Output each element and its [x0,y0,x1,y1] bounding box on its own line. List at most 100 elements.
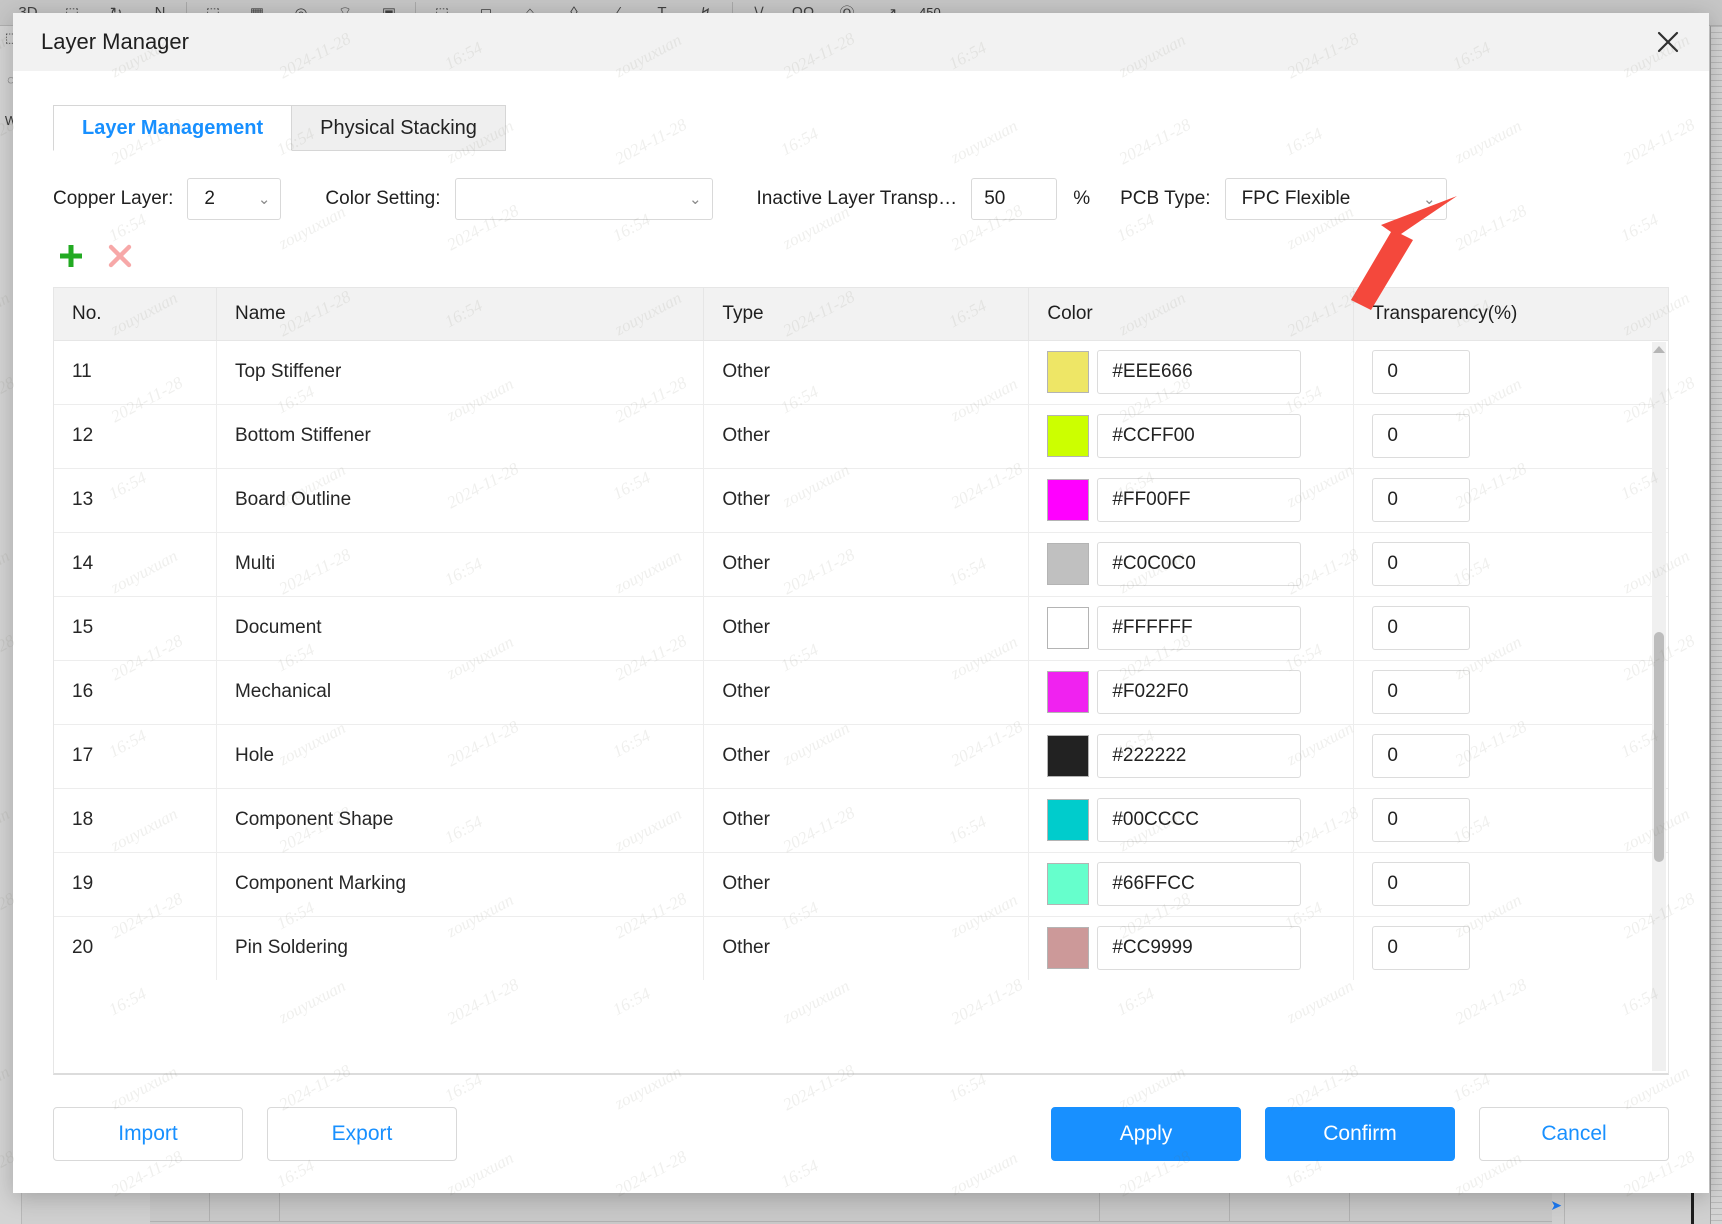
transparency-input[interactable]: 0 [1372,862,1470,906]
column-header-transparency: Transparency(%) [1354,288,1668,340]
transparency-input[interactable]: 0 [1372,414,1470,458]
color-setting-label: Color Setting: [325,188,440,210]
copper-layer-select[interactable]: 2 ⌄ [187,178,281,220]
cell-name[interactable]: Top Stiffener [216,340,703,404]
chevron-down-icon: ⌄ [258,190,271,208]
transparency-input[interactable]: 0 [1372,734,1470,778]
color-swatch[interactable] [1047,543,1089,585]
cell-name[interactable]: Board Outline [216,468,703,532]
confirm-button[interactable]: Confirm [1265,1107,1455,1161]
import-button[interactable]: Import [53,1107,243,1161]
close-icon[interactable] [1651,25,1685,59]
color-hex-input[interactable]: #66FFCC [1097,862,1301,906]
transparency-input[interactable]: 0 [1372,798,1470,842]
color-hex-input[interactable]: #C0C0C0 [1097,542,1301,586]
table-scrollbar[interactable] [1652,342,1666,1071]
table-row[interactable]: 13Board OutlineOther #FF00FF 0 [54,468,1668,532]
background-vertical-ruler [1710,26,1722,1224]
cell-transparency: 0 [1354,788,1668,852]
bg-cell [150,1193,210,1221]
cell-no: 11 [54,340,216,404]
color-hex-input[interactable]: #F022F0 [1097,670,1301,714]
color-hex-input[interactable]: #222222 [1097,734,1301,778]
cell-color: #C0C0C0 [1029,532,1354,596]
bg-cell [1230,1193,1350,1221]
table-row[interactable]: 12Bottom StiffenerOther#CCFF000 [54,404,1668,468]
cell-name[interactable]: Hole [216,724,703,788]
color-swatch[interactable] [1047,351,1089,393]
cell-no: 18 [54,788,216,852]
color-swatch[interactable] [1047,607,1089,649]
table-row[interactable]: 14MultiOther #C0C0C0 0 [54,532,1668,596]
cell-name[interactable]: Bottom Stiffener [216,404,703,468]
apply-button[interactable]: Apply [1051,1107,1241,1161]
transparency-input[interactable]: 0 [1372,542,1470,586]
copper-layer-value: 2 [204,188,215,210]
color-swatch[interactable] [1047,863,1089,905]
cell-type[interactable]: Other [704,788,1029,852]
color-hex-input[interactable]: #00CCCC [1097,798,1301,842]
cell-type[interactable]: Other [704,916,1029,980]
table-row[interactable]: 18Component ShapeOther #00CCCC 0 [54,788,1668,852]
cancel-button[interactable]: Cancel [1479,1107,1669,1161]
tab-layer-management[interactable]: Layer Management [53,105,292,151]
cell-type[interactable]: Other [704,724,1029,788]
copper-layer-label: Copper Layer: [53,188,173,210]
tab-physical-stacking[interactable]: Physical Stacking [292,105,506,151]
cell-type[interactable]: Other [704,596,1029,660]
cell-no: 14 [54,532,216,596]
cell-type[interactable]: Other [704,340,1029,404]
tab-physical-stacking-label: Physical Stacking [320,117,477,140]
color-setting-select[interactable]: ⌄ [455,178,713,220]
table-row[interactable]: 11Top StiffenerOther #EEE666 0 [54,340,1668,404]
cell-type[interactable]: Other [704,404,1029,468]
table-row[interactable]: 15DocumentOther#FFFFFF0 [54,596,1668,660]
cell-name[interactable]: Multi [216,532,703,596]
cross-icon[interactable] [107,243,133,269]
column-header-color: Color [1029,288,1354,340]
color-hex-input[interactable]: #CC9999 [1097,926,1301,970]
table-row[interactable]: 17HoleOther#2222220 [54,724,1668,788]
color-hex-input[interactable]: #FFFFFF [1097,606,1301,650]
transparency-input[interactable]: 0 [1372,350,1470,394]
export-button[interactable]: Export [267,1107,457,1161]
table-row[interactable]: 20Pin SolderingOther#CC99990 [54,916,1668,980]
cell-name[interactable]: Component Marking [216,852,703,916]
transparency-input[interactable]: 0 [1372,926,1470,970]
color-hex-input[interactable]: #FF00FF [1097,478,1301,522]
cell-name[interactable]: Mechanical [216,660,703,724]
cell-type[interactable]: Other [704,660,1029,724]
cell-type[interactable]: Other [704,852,1029,916]
color-hex-input[interactable]: #EEE666 [1097,350,1301,394]
pcb-type-select[interactable]: FPC Flexible ⌄ [1225,178,1447,220]
table-row[interactable]: 16MechanicalOther#F022F00 [54,660,1668,724]
scroll-up-arrow-icon[interactable] [1653,346,1665,353]
pcb-type-label: PCB Type: [1120,188,1210,210]
cell-type[interactable]: Other [704,532,1029,596]
transparency-input[interactable]: 0 [1372,478,1470,522]
inactive-layer-transparency-input[interactable]: 50 [971,178,1057,220]
cell-no: 13 [54,468,216,532]
table-row[interactable]: 19Component MarkingOther#66FFCC0 [54,852,1668,916]
cell-color: #222222 [1029,724,1354,788]
scrollbar-thumb[interactable] [1654,632,1664,862]
cell-name[interactable]: Component Shape [216,788,703,852]
cell-name[interactable]: Document [216,596,703,660]
import-button-label: Import [118,1122,178,1146]
color-swatch[interactable] [1047,479,1089,521]
color-hex-input[interactable]: #CCFF00 [1097,414,1301,458]
plus-icon[interactable] [57,242,85,270]
color-swatch[interactable] [1047,671,1089,713]
color-swatch[interactable] [1047,799,1089,841]
color-swatch[interactable] [1047,415,1089,457]
tab-layer-management-label: Layer Management [82,117,263,140]
transparency-input[interactable]: 0 [1372,606,1470,650]
cell-type[interactable]: Other [704,468,1029,532]
cell-color: #CCFF00 [1029,404,1354,468]
transparency-input[interactable]: 0 [1372,670,1470,714]
cell-transparency: 0 [1354,660,1668,724]
color-swatch[interactable] [1047,735,1089,777]
cell-name[interactable]: Pin Soldering [216,916,703,980]
color-swatch[interactable] [1047,927,1089,969]
bg-cell [280,1193,1100,1221]
